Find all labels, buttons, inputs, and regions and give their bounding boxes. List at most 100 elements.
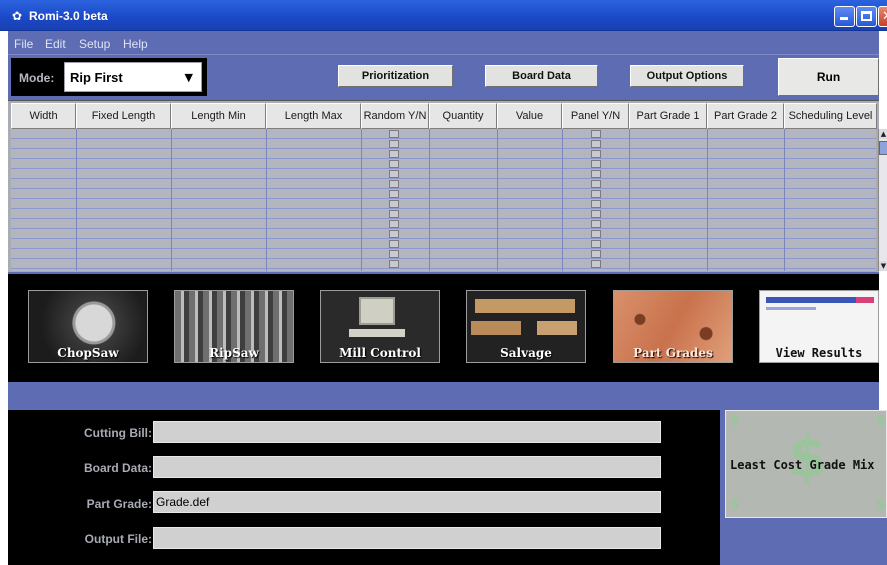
dollar-icon: $ [876, 497, 886, 513]
results-chart-bar [766, 297, 856, 303]
panel-checkbox[interactable] [591, 130, 601, 138]
panel-checkbox[interactable] [591, 260, 601, 268]
panel-checkbox[interactable] [591, 250, 601, 258]
mill-control-label: Mill Control [339, 346, 421, 360]
col-fixed-length[interactable]: Fixed Length [76, 103, 171, 129]
dollar-icon: $ [876, 413, 886, 429]
table-row[interactable] [11, 129, 876, 139]
board-piece [475, 299, 575, 313]
table-row[interactable] [11, 179, 876, 189]
random-checkbox[interactable] [389, 180, 399, 188]
least-cost-grade-mix-button[interactable]: $ $ $ $ $ Least Cost Grade Mix [725, 410, 887, 518]
board-data-field[interactable] [153, 456, 661, 478]
panel-checkbox[interactable] [591, 190, 601, 198]
col-divider [266, 129, 267, 271]
toolbar: Mode: Rip First ▼ Prioritization Board D… [8, 54, 879, 99]
cutting-bill-label: Cutting Bill: [84, 426, 152, 440]
ripsaw-button[interactable]: RipSaw [174, 290, 294, 363]
table-scrollbar[interactable]: ▲ ▼ [878, 129, 887, 271]
keyboard-icon [349, 329, 405, 337]
random-checkbox[interactable] [389, 240, 399, 248]
col-part-grade-2[interactable]: Part Grade 2 [707, 103, 784, 129]
table-row[interactable] [11, 139, 876, 149]
table-row[interactable] [11, 209, 876, 219]
table-row[interactable] [11, 229, 876, 239]
table-row[interactable] [11, 259, 876, 269]
part-grades-button[interactable]: Part Grades [613, 290, 733, 363]
dollar-icon: $ [730, 413, 740, 429]
mill-control-button[interactable]: Mill Control [320, 290, 440, 363]
panel-checkbox[interactable] [591, 170, 601, 178]
table-row[interactable] [11, 159, 876, 169]
random-checkbox[interactable] [389, 130, 399, 138]
col-quantity[interactable]: Quantity [429, 103, 497, 129]
panel-checkbox[interactable] [591, 230, 601, 238]
scroll-thumb[interactable] [879, 141, 887, 155]
panel-checkbox[interactable] [591, 210, 601, 218]
menu-file[interactable]: File [14, 37, 33, 51]
output-options-button[interactable]: Output Options [630, 65, 744, 87]
panel-checkbox[interactable] [591, 240, 601, 248]
col-divider [429, 129, 430, 271]
table-row[interactable] [11, 239, 876, 249]
panel-checkbox[interactable] [591, 150, 601, 158]
salvage-button[interactable]: Salvage [466, 290, 586, 363]
random-checkbox[interactable] [389, 210, 399, 218]
menu-edit[interactable]: Edit [45, 37, 66, 51]
minimize-button[interactable] [834, 6, 855, 27]
menu-help[interactable]: Help [123, 37, 148, 51]
maximize-button[interactable] [856, 6, 877, 27]
panel-checkbox[interactable] [591, 140, 601, 148]
title-bar[interactable]: ✿ Romi-3.0 beta ✕ [0, 0, 887, 31]
col-length-max[interactable]: Length Max [266, 103, 361, 129]
random-checkbox[interactable] [389, 140, 399, 148]
random-checkbox[interactable] [389, 260, 399, 268]
output-file-label: Output File: [84, 532, 152, 546]
ripsaw-label: RipSaw [209, 346, 259, 360]
panel-checkbox[interactable] [591, 200, 601, 208]
chopsaw-button[interactable]: ChopSaw [28, 290, 148, 363]
close-icon: ✕ [882, 9, 887, 24]
run-button[interactable]: Run [778, 58, 879, 96]
results-chart-bar [766, 307, 816, 310]
table-row[interactable] [11, 219, 876, 229]
random-checkbox[interactable] [389, 200, 399, 208]
col-width[interactable]: Width [11, 103, 76, 129]
scroll-up-icon[interactable]: ▲ [879, 129, 887, 139]
panel-checkbox[interactable] [591, 220, 601, 228]
random-checkbox[interactable] [389, 220, 399, 228]
table-row[interactable] [11, 199, 876, 209]
part-grade-field[interactable]: Grade.def [153, 491, 661, 513]
table-row[interactable] [11, 169, 876, 179]
close-button[interactable]: ✕ [878, 6, 887, 27]
prioritization-button[interactable]: Prioritization [338, 65, 453, 87]
scroll-down-icon[interactable]: ▼ [879, 261, 887, 271]
dollar-icon: $ [730, 497, 740, 513]
random-checkbox[interactable] [389, 150, 399, 158]
table-row[interactable] [11, 249, 876, 259]
board-data-button[interactable]: Board Data [485, 65, 598, 87]
salvage-label: Salvage [500, 346, 552, 360]
table-row[interactable] [11, 189, 876, 199]
col-part-grade-1[interactable]: Part Grade 1 [629, 103, 707, 129]
col-panel[interactable]: Panel Y/N [562, 103, 629, 129]
mode-panel: Mode: Rip First ▼ [11, 58, 207, 96]
random-checkbox[interactable] [389, 230, 399, 238]
random-checkbox[interactable] [389, 160, 399, 168]
col-value[interactable]: Value [497, 103, 562, 129]
random-checkbox[interactable] [389, 250, 399, 258]
panel-checkbox[interactable] [591, 180, 601, 188]
menu-setup[interactable]: Setup [79, 37, 110, 51]
col-scheduling-level[interactable]: Scheduling Level [784, 103, 877, 129]
cutting-bill-field[interactable] [153, 421, 661, 443]
output-file-field[interactable] [153, 527, 661, 549]
mode-select[interactable]: Rip First ▼ [64, 62, 202, 92]
col-random[interactable]: Random Y/N [361, 103, 429, 129]
board-piece [537, 321, 577, 335]
table-row[interactable] [11, 149, 876, 159]
view-results-button[interactable]: View Results [759, 290, 879, 363]
random-checkbox[interactable] [389, 170, 399, 178]
random-checkbox[interactable] [389, 190, 399, 198]
panel-checkbox[interactable] [591, 160, 601, 168]
col-length-min[interactable]: Length Min [171, 103, 266, 129]
